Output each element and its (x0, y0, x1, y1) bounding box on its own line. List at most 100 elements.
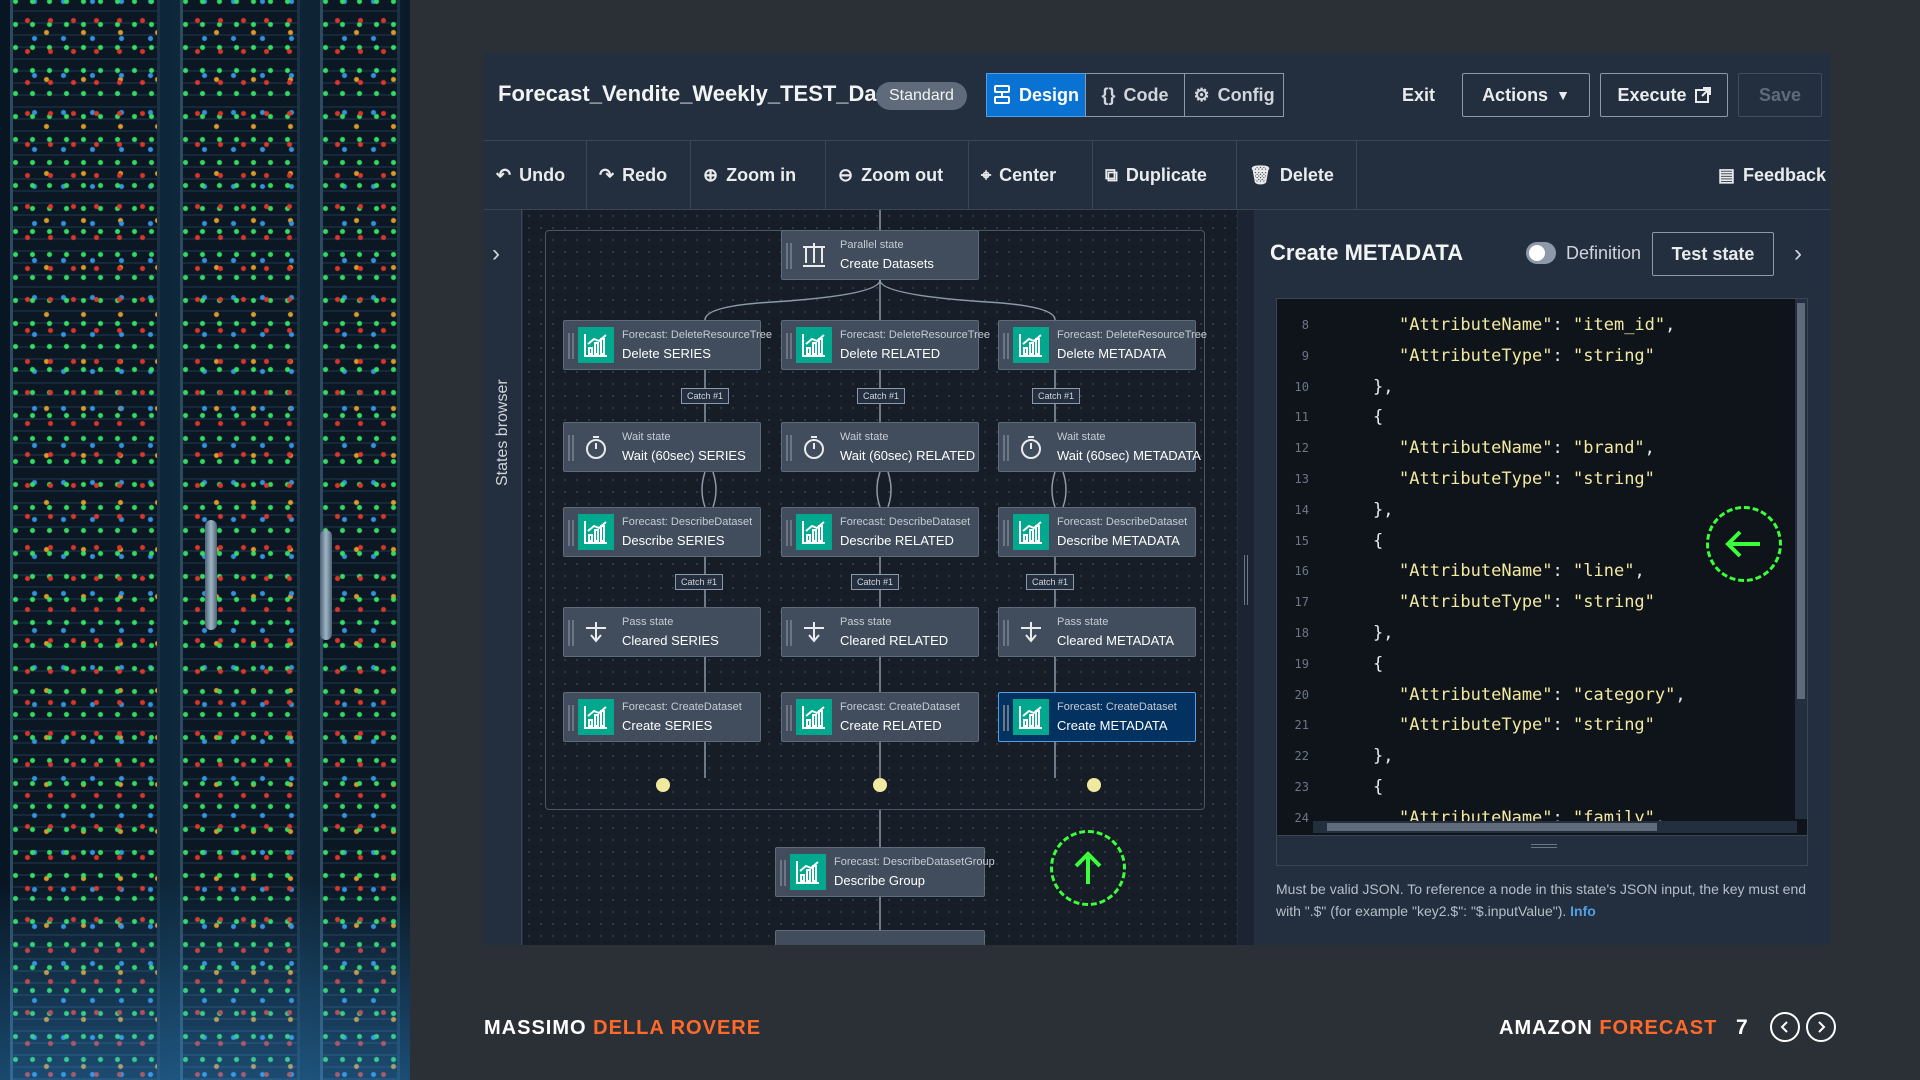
chevron-right-icon[interactable]: › (1794, 240, 1802, 268)
feedback-icon: ▤ (1718, 165, 1736, 185)
editor-horizontal-scrollbar[interactable] (1313, 821, 1797, 833)
forecast-chart-icon (796, 514, 832, 550)
actions-dropdown[interactable]: Actions ▼ (1462, 73, 1590, 117)
state-describe-series[interactable]: Forecast: DescribeDataset Describe SERIES (563, 507, 761, 557)
line-number: 12 (1294, 441, 1309, 456)
state-wait-metadata[interactable]: Wait state Wait (60sec) METADATA (998, 422, 1201, 472)
state-name: Delete RELATED (840, 346, 941, 361)
definition-toggle[interactable] (1526, 242, 1556, 264)
execute-button[interactable]: Execute (1600, 73, 1728, 117)
state-delete-related[interactable]: Forecast: DeleteResourceTree Delete RELAT… (781, 320, 990, 370)
json-key: "AttributeType" (1399, 469, 1553, 489)
workflow-canvas[interactable]: Parallel state Create Datasets Forecast:… (523, 210, 1237, 945)
topic-first: AMAZON (1499, 1017, 1593, 1039)
state-cleared-series[interactable]: Pass state Cleared SERIES (563, 607, 761, 657)
feedback-button[interactable]: ▤ Feedback (1706, 141, 1830, 210)
state-create-series[interactable]: Forecast: CreateDataset Create SERIES (563, 692, 761, 742)
center-icon: ⌖ (981, 165, 992, 185)
state-name: Cleared METADATA (1057, 633, 1175, 648)
expand-chevron-icon[interactable]: › (492, 240, 500, 268)
state-type: Forecast: CreateDataset (1057, 701, 1177, 713)
code-line: { (1373, 653, 1384, 674)
code-line: { (1373, 530, 1384, 551)
state-create-datasets[interactable]: Parallel state Create Datasets (781, 230, 979, 280)
mode-code-button[interactable]: {} Code (1085, 73, 1185, 117)
json-key: "AttributeType" (1399, 715, 1553, 736)
redo-label: Redo (622, 165, 668, 185)
mode-design-button[interactable]: Design (986, 73, 1086, 117)
state-create-metadata[interactable]: Forecast: CreateDataset Create METADATA (998, 692, 1196, 742)
code-line: "AttributeName": "line", (1399, 561, 1645, 582)
redo-icon: ↷ (599, 165, 615, 185)
editor-resize-bar[interactable] (1276, 836, 1808, 866)
state-next-partial[interactable] (775, 930, 985, 945)
state-name: Wait (60sec) RELATED (840, 448, 976, 463)
code-line: }, (1373, 376, 1394, 397)
duplicate-icon: ⧉ (1105, 165, 1118, 185)
state-cleared-related[interactable]: Pass state Cleared RELATED (781, 607, 979, 657)
state-wait-related[interactable]: Wait state Wait (60sec) RELATED (781, 422, 979, 472)
json-value: "string" (1573, 469, 1655, 489)
state-name: Cleared RELATED (840, 633, 949, 648)
page-number: 7 (1736, 1016, 1748, 1039)
info-link[interactable]: Info (1570, 903, 1596, 919)
state-type: Pass state (840, 616, 892, 628)
timer-icon (796, 429, 832, 465)
timer-icon (578, 429, 614, 465)
state-type: Forecast: DescribeDataset (622, 516, 753, 528)
braces-icon: {} (1101, 84, 1116, 105)
catch-label: Catch #1 (857, 388, 906, 404)
save-button[interactable]: Save (1738, 73, 1822, 117)
state-delete-metadata[interactable]: Forecast: DeleteResourceTree Delete METAD… (998, 320, 1207, 370)
branch-end-point (1087, 778, 1101, 792)
state-describe-metadata[interactable]: Forecast: DescribeDataset Describe METADA… (998, 507, 1196, 557)
exit-button[interactable]: Exit (1402, 85, 1435, 106)
states-browser-panel[interactable]: › States browser (484, 210, 522, 945)
center-button[interactable]: ⌖ Center (969, 141, 1093, 210)
forecast-chart-icon (578, 514, 614, 550)
state-name: Wait (60sec) METADATA (1057, 448, 1201, 463)
zoom-in-button[interactable]: ⊕ Zoom in (691, 141, 826, 210)
state-type: Wait state (1057, 431, 1106, 443)
next-slide-button[interactable] (1806, 1012, 1836, 1042)
json-key: "AttributeName" (1399, 438, 1553, 459)
editor-vertical-scrollbar[interactable] (1795, 299, 1807, 819)
previous-slide-button[interactable] (1770, 1012, 1800, 1042)
workflow-type-badge: Standard (876, 82, 967, 110)
catch-label: Catch #1 (851, 574, 900, 590)
state-name: Delete METADATA (1057, 346, 1167, 361)
json-trail: , (1644, 438, 1655, 459)
state-describe-related[interactable]: Forecast: DescribeDataset Describe RELATE… (781, 507, 979, 557)
json-key: "AttributeName" (1399, 684, 1553, 705)
code-line: }, (1373, 499, 1394, 520)
actions-label: Actions (1482, 84, 1549, 105)
mode-config-button[interactable]: ⚙ Config (1184, 73, 1284, 117)
duplicate-button[interactable]: ⧉ Duplicate (1093, 141, 1237, 210)
line-number: 19 (1294, 656, 1309, 671)
state-delete-series[interactable]: Forecast: DeleteResourceTree Delete SERIE… (563, 320, 772, 370)
delete-button[interactable]: 🗑 Delete (1237, 141, 1357, 210)
json-value: "category" (1573, 684, 1676, 705)
state-cleared-metadata[interactable]: Pass state Cleared METADATA (998, 607, 1196, 657)
line-number: 17 (1294, 595, 1309, 610)
trash-icon: 🗑 (1249, 165, 1272, 185)
state-wait-series[interactable]: Wait state Wait (60sec) SERIES (563, 422, 761, 472)
zoom-out-button[interactable]: ⊖ Zoom out (826, 141, 969, 210)
code-line: "AttributeType": "string" (1399, 592, 1655, 613)
state-create-related[interactable]: Forecast: CreateDataset Create RELATED (781, 692, 979, 742)
redo-button[interactable]: ↷ Redo (587, 141, 691, 210)
author-name: MASSIMO DELLA ROVERE (484, 1017, 761, 1040)
timer-icon (1013, 429, 1049, 465)
scroll-up-hint-arrow-icon (1050, 830, 1126, 906)
panel-resize-handle[interactable] (1238, 210, 1254, 945)
state-describe-group[interactable]: Forecast: DescribeDatasetGroup Describe G… (775, 847, 995, 897)
state-name: Create Datasets (840, 256, 934, 271)
test-state-button[interactable]: Test state (1652, 232, 1774, 276)
undo-button[interactable]: ↶ Undo (484, 141, 587, 210)
code-line: }, (1373, 623, 1394, 643)
author-first-name: MASSIMO (484, 1017, 587, 1039)
save-label: Save (1758, 84, 1802, 105)
line-number: 9 (1301, 348, 1309, 363)
line-number: 13 (1294, 472, 1309, 486)
workflow-header: Forecast_Vendite_Weekly_TEST_Da... Stand… (484, 53, 1830, 141)
